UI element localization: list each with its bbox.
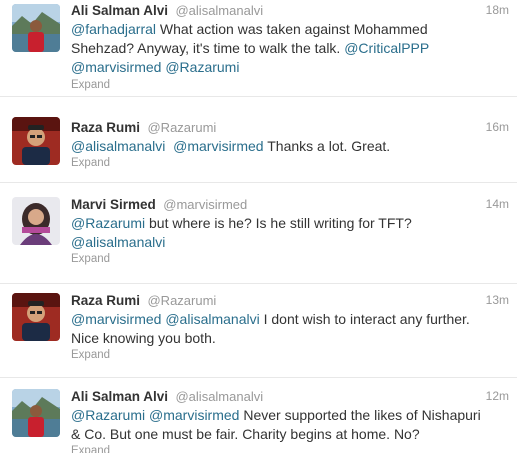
expand-link[interactable]: Expand xyxy=(71,349,110,361)
tweet-timestamp[interactable]: 16m xyxy=(486,120,509,134)
tweet-username[interactable]: @alisalmanalvi xyxy=(175,389,263,404)
mention-link[interactable]: @farhadjarral xyxy=(71,21,156,37)
mention-link[interactable]: @Razarumi xyxy=(71,407,145,423)
mention-link[interactable]: @marvisirmed xyxy=(149,407,239,423)
mention-link[interactable]: @Razarumi xyxy=(71,215,145,231)
tweet-text: @farhadjarral What action was taken agai… xyxy=(71,20,489,77)
expand-link[interactable]: Expand xyxy=(71,253,110,265)
tweet-item[interactable]: Ali Salman Alvi @alisalmanalvi 12m @Raza… xyxy=(0,378,517,453)
avatar-marvi-sirmed-icon[interactable] xyxy=(12,197,60,245)
tweet-text: @Razarumi @marvisirmed Never supported t… xyxy=(71,406,489,444)
tweet-text: @marvisirmed @alisalmanalvi I dont wish … xyxy=(71,310,489,348)
tweet-header: Ali Salman Alvi @alisalmanalvi 18m xyxy=(71,2,509,20)
avatar-raza-rumi-icon[interactable] xyxy=(12,117,60,165)
tweet-username[interactable]: @Razarumi xyxy=(147,120,216,135)
tweet-body: but where is he? Is he still writing for… xyxy=(145,215,412,231)
tweet-timestamp[interactable]: 14m xyxy=(486,197,509,211)
mention-link[interactable]: @marvisirmed xyxy=(71,311,161,327)
tweet-item[interactable]: Ali Salman Alvi @alisalmanalvi 18m @farh… xyxy=(0,0,517,97)
tweet-header: Ali Salman Alvi @alisalmanalvi 12m xyxy=(71,388,509,406)
tweet-text: @alisalmanalvi @marvisirmed Thanks a lot… xyxy=(71,137,489,156)
tweet-username[interactable]: @alisalmanalvi xyxy=(175,3,263,18)
tweet-timestamp[interactable]: 18m xyxy=(486,3,509,17)
mention-link[interactable]: @alisalmanalvi xyxy=(165,311,259,327)
tweet-timeline: Ali Salman Alvi @alisalmanalvi 18m @farh… xyxy=(0,0,517,453)
tweet-username[interactable]: @marvisirmed xyxy=(163,197,247,212)
mention-link[interactable]: @marvisirmed xyxy=(173,138,263,154)
tweet-username[interactable]: @Razarumi xyxy=(147,293,216,308)
avatar-ali-salman-alvi-icon[interactable] xyxy=(12,389,60,437)
tweet-fullname[interactable]: Marvi Sirmed xyxy=(71,197,156,212)
tweet-timestamp[interactable]: 13m xyxy=(486,293,509,307)
tweet-body: Thanks a lot. Great. xyxy=(263,138,391,154)
avatar-raza-rumi-icon[interactable] xyxy=(12,293,60,341)
mention-link[interactable]: @marvisirmed xyxy=(71,59,161,75)
tweet-fullname[interactable]: Ali Salman Alvi xyxy=(71,3,168,18)
expand-link[interactable]: Expand xyxy=(71,79,110,91)
mention-link[interactable]: @CriticalPPP xyxy=(344,40,429,56)
tweet-timestamp[interactable]: 12m xyxy=(486,389,509,403)
mention-link[interactable]: @alisalmanalvi xyxy=(71,234,165,250)
tweet-item[interactable]: Marvi Sirmed @marvisirmed 14m @Razarumi … xyxy=(0,183,517,284)
tweet-item[interactable]: Raza Rumi @Razarumi 16m @alisalmanalvi @… xyxy=(0,97,517,183)
tweet-fullname[interactable]: Raza Rumi xyxy=(71,120,140,135)
mention-link[interactable]: @Razarumi xyxy=(165,59,239,75)
mention-link[interactable]: @alisalmanalvi xyxy=(71,138,165,154)
tweet-fullname[interactable]: Raza Rumi xyxy=(71,293,140,308)
avatar-ali-salman-alvi-icon[interactable] xyxy=(12,4,60,52)
tweet-item[interactable]: Raza Rumi @Razarumi 13m @marvisirmed @al… xyxy=(0,284,517,378)
expand-link[interactable]: Expand xyxy=(71,157,110,169)
tweet-text: @Razarumi but where is he? Is he still w… xyxy=(71,214,489,252)
expand-link[interactable]: Expand xyxy=(71,445,110,453)
tweet-fullname[interactable]: Ali Salman Alvi xyxy=(71,389,168,404)
tweet-header: Raza Rumi @Razarumi 13m xyxy=(71,292,509,310)
tweet-header: Raza Rumi @Razarumi 16m xyxy=(71,119,509,137)
tweet-header: Marvi Sirmed @marvisirmed 14m xyxy=(71,196,509,214)
